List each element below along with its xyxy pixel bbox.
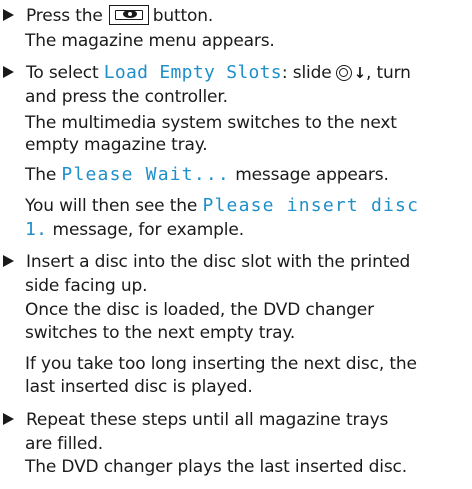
step-2-line-6: You will then see the Please insert disc bbox=[25, 195, 419, 217]
display-text-load-empty-slots: Load Empty Slots bbox=[103, 62, 282, 83]
step-3-line-4: switches to the next empty tray. bbox=[25, 323, 296, 343]
step-2-line-6-pre: You will then see the bbox=[25, 196, 203, 216]
step-3-line-3: Once the disc is loaded, the DVD changer bbox=[25, 300, 374, 320]
step-4-line-3: The DVD changer plays the last inserted … bbox=[25, 457, 408, 477]
triangle-bullet-icon bbox=[3, 255, 14, 267]
step-1-result: The magazine menu appears. bbox=[25, 31, 275, 51]
step-3-line-6: last inserted disc is played. bbox=[25, 377, 253, 397]
step-1-post: button. bbox=[152, 6, 214, 26]
step-2-pre: To select bbox=[26, 63, 104, 83]
step-2-post: : slide bbox=[281, 63, 332, 83]
step-2-line-5: The Please Wait... message appears. bbox=[25, 164, 389, 186]
step-3-line-1: Insert a disc into the disc slot with th… bbox=[0, 251, 410, 273]
triangle-bullet-icon bbox=[3, 9, 14, 21]
display-text-please-insert-disc: Please insert disc bbox=[202, 195, 420, 216]
controller-icon bbox=[335, 65, 352, 81]
step-2-line-7: 1. message, for example. bbox=[25, 219, 244, 241]
step-2-line-5-post: message appears. bbox=[229, 165, 389, 185]
step-2-line-4: empty magazine tray. bbox=[25, 135, 208, 155]
triangle-bullet-icon bbox=[3, 66, 14, 78]
step-3-line-1-text: Insert a disc into the disc slot with th… bbox=[26, 252, 411, 272]
step-2-line-7-post: message, for example. bbox=[47, 220, 245, 240]
step-1-line-1: Press the button. bbox=[0, 5, 213, 27]
slide-down-arrow-icon: ↓ bbox=[353, 64, 367, 82]
step-2-post2: , turn bbox=[365, 63, 411, 83]
display-text-please-wait: Please Wait... bbox=[61, 164, 230, 185]
step-2-line-3: The multimedia system switches to the ne… bbox=[25, 113, 397, 133]
step-2-line-2: and press the controller. bbox=[25, 87, 228, 107]
step-2-line-5-pre: The bbox=[25, 165, 62, 185]
step-4-line-1-text: Repeat these steps until all magazine tr… bbox=[26, 410, 389, 430]
triangle-bullet-icon bbox=[3, 413, 14, 425]
step-4-line-1: Repeat these steps until all magazine tr… bbox=[0, 409, 388, 431]
step-1-pre: Press the bbox=[26, 6, 103, 26]
step-3-line-2: side facing up. bbox=[25, 276, 148, 296]
eject-disc-button-icon bbox=[108, 5, 149, 25]
step-4-line-2: are filled. bbox=[25, 434, 104, 454]
step-2-line-1: To select Load Empty Slots: slide ↓, turn bbox=[0, 62, 411, 84]
instruction-document: Press the button. The magazine menu appea… bbox=[0, 0, 472, 489]
step-3-line-5: If you take too long inserting the next … bbox=[25, 354, 417, 374]
display-text-disc-number: 1. bbox=[25, 219, 48, 240]
